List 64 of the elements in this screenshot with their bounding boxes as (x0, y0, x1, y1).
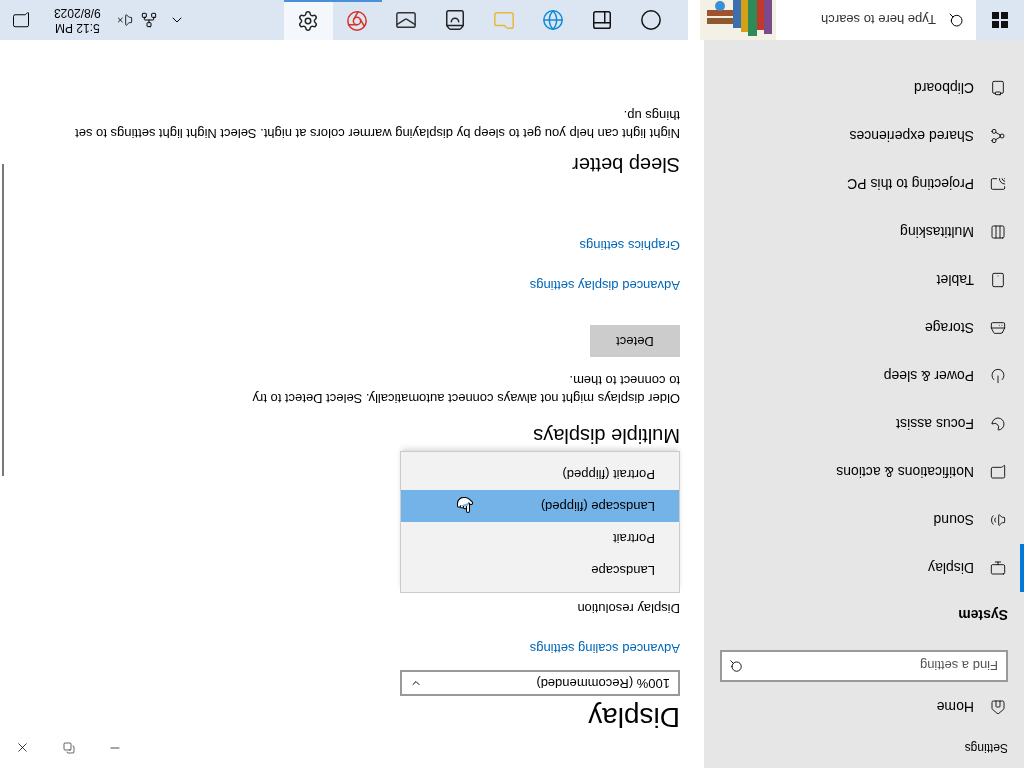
sidebar-item[interactable]: Storage (704, 304, 1024, 352)
moon-icon (990, 416, 1006, 432)
clipboard-icon (990, 80, 1006, 96)
scrollbar[interactable] (2, 164, 4, 476)
sidebar-item[interactable]: Projecting to this PC (704, 160, 1024, 208)
taskbar-app[interactable] (284, 0, 333, 40)
sidebar-item[interactable]: Display (704, 544, 1024, 592)
tablet-icon (990, 272, 1006, 288)
bag-icon (444, 9, 467, 31)
description-text: Night light can help you get to sleep by displaying warmer colors at night. Select Night light settings to set things up. (74, 107, 680, 142)
description-text: Older displays might not always connect automatically. Select Detect to try to connect to them. (251, 372, 680, 407)
mail-icon (395, 9, 418, 31)
clock-time: 5:12 PM (55, 20, 100, 35)
window-title: Settings (964, 740, 1008, 757)
notification-icon[interactable] (12, 11, 30, 29)
field-label: Display resolution (576, 600, 680, 619)
share-icon (990, 128, 1006, 144)
settings-link[interactable]: Graphics settings (324, 236, 680, 256)
menu-option[interactable]: Landscape (401, 554, 679, 586)
home-icon (990, 699, 1006, 715)
hand-cursor-icon (456, 496, 474, 514)
speech-bubble-icon (990, 464, 1006, 480)
home-item[interactable]: Home (704, 686, 1024, 728)
search-icon (729, 659, 743, 673)
taskbar-search-field[interactable]: Type here to search (688, 0, 976, 40)
sidebar-item[interactable]: Tablet (704, 256, 1024, 304)
section-heading: Sleep better (571, 153, 680, 178)
menu-option[interactable]: Portrait (401, 522, 679, 554)
search-field[interactable]: Find a setting (720, 650, 1008, 682)
sidebar-item[interactable]: Focus assist (704, 400, 1024, 448)
section-heading: Multiple displays (532, 424, 680, 449)
chrome-icon (346, 10, 369, 32)
task-view-icon (591, 9, 614, 31)
network-icon[interactable] (140, 12, 157, 28)
power-icon (990, 368, 1006, 384)
speaker-icon (990, 512, 1006, 528)
sidebar-item[interactable]: Sound (704, 496, 1024, 544)
menu-option[interactable]: Portrait (flipped) (401, 458, 679, 490)
search-icon (948, 12, 964, 28)
scale-dropdown[interactable]: 100% (Recommended) (400, 670, 680, 696)
settings-link[interactable]: Advanced display settings (324, 275, 680, 295)
circle-icon (640, 9, 663, 31)
clock-date: 9/8/2023 (54, 5, 101, 20)
windows-logo-icon (992, 12, 1008, 28)
sidebar-item[interactable]: Clipboard (704, 64, 1024, 112)
drive-icon (990, 320, 1006, 336)
detect-button[interactable]: Detect (590, 325, 680, 357)
muted-speaker-icon[interactable] (116, 12, 133, 28)
columns-icon (990, 224, 1006, 240)
monitor-icon (990, 560, 1006, 576)
sidebar-item[interactable]: Multitasking (704, 208, 1024, 256)
advanced-scaling-link[interactable]: Advanced scaling settings (324, 638, 680, 658)
sidebar-item[interactable]: Notifications & actions (704, 448, 1024, 496)
sidebar-item[interactable]: Shared experiences (704, 112, 1024, 160)
menu-option[interactable]: Landscape (flipped) (401, 490, 679, 522)
folder-icon (493, 9, 516, 31)
cast-icon (990, 176, 1006, 192)
settings-icon (297, 10, 320, 32)
restore-icon (63, 742, 75, 754)
clock[interactable]: 5:12 PM 9/8/2023 (42, 5, 113, 35)
globe-icon (542, 9, 565, 31)
section-heading: System (958, 606, 1008, 626)
sidebar-item[interactable]: Power & sleep (704, 352, 1024, 400)
page-title: Display (587, 701, 680, 734)
